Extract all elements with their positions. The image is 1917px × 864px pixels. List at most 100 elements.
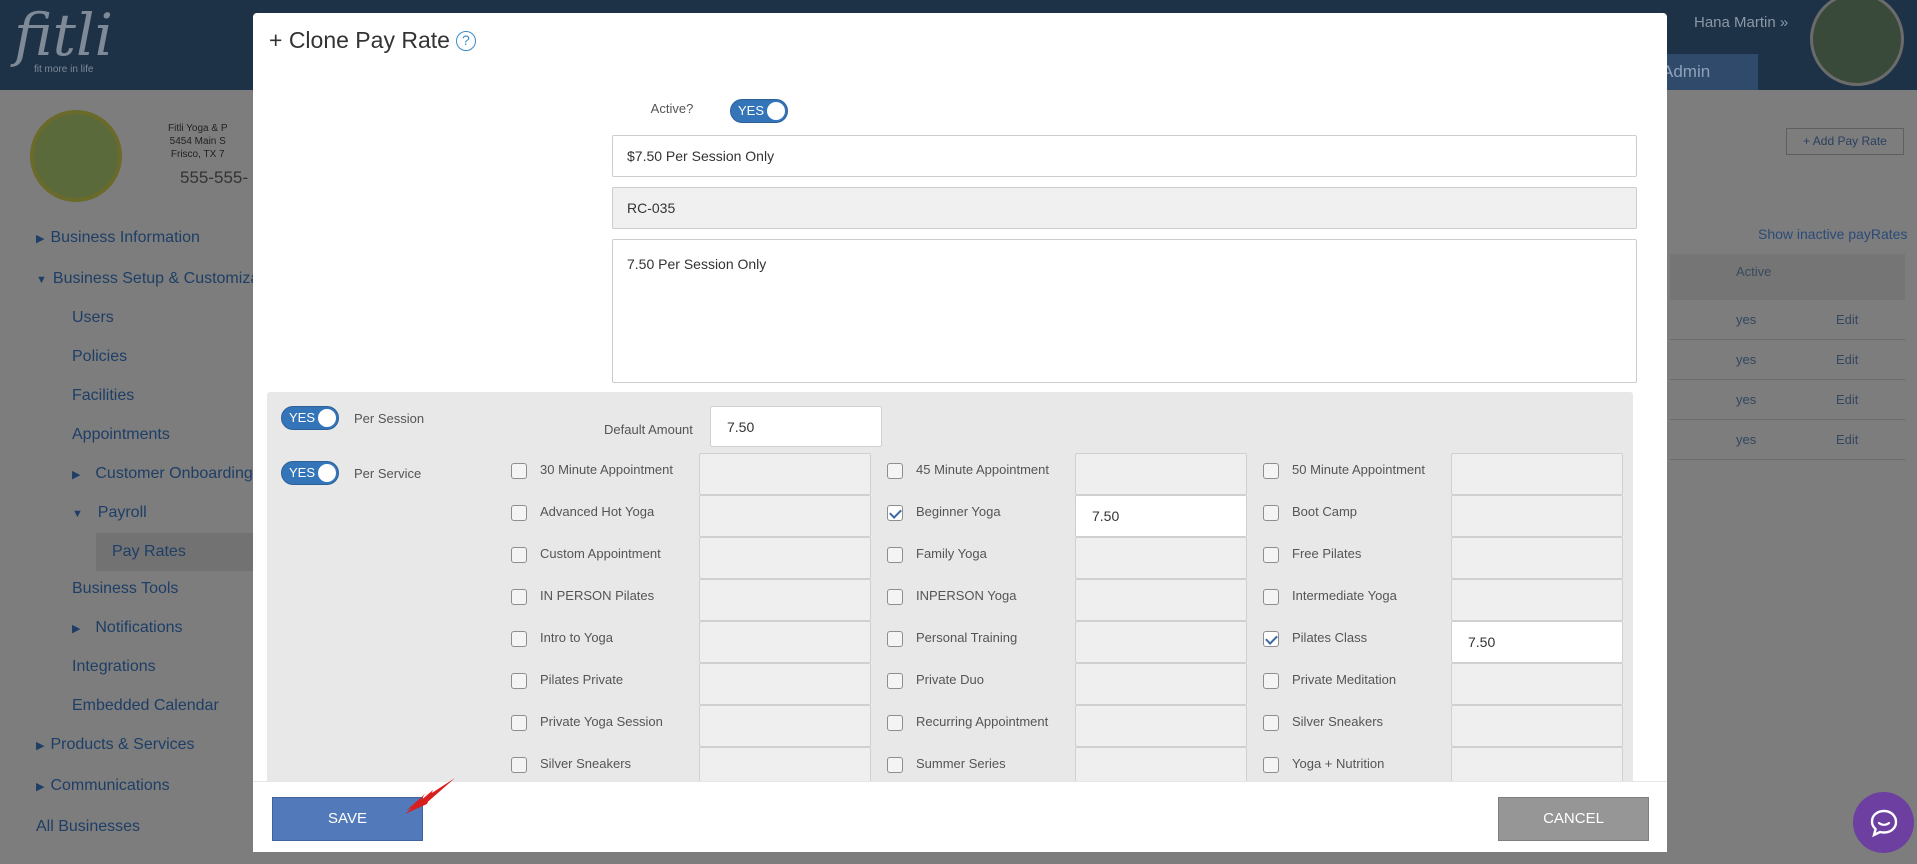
service-checkbox[interactable] bbox=[1263, 547, 1279, 563]
user-menu[interactable]: Hana Martin » bbox=[1694, 14, 1788, 31]
service-checkbox[interactable] bbox=[511, 547, 527, 563]
service-label: Boot Camp bbox=[1292, 504, 1358, 519]
cancel-button[interactable]: CANCEL bbox=[1498, 797, 1649, 841]
sidebar-item-customer-onboarding[interactable]: ▶ Customer Onboarding bbox=[72, 465, 253, 483]
service-checkbox[interactable] bbox=[1263, 505, 1279, 521]
service-amount-field[interactable] bbox=[699, 537, 871, 579]
service-label: Private Duo bbox=[916, 672, 984, 687]
service-amount-field[interactable] bbox=[1451, 453, 1623, 495]
show-inactive-link[interactable]: Show inactive payRates bbox=[1758, 226, 1907, 242]
service-amount-field[interactable] bbox=[1451, 537, 1623, 579]
service-checkbox[interactable] bbox=[1263, 631, 1279, 647]
service-checkbox[interactable] bbox=[511, 589, 527, 605]
service-amount-field[interactable] bbox=[1075, 621, 1247, 663]
service-checkbox[interactable] bbox=[887, 547, 903, 563]
service-label: Yoga + Nutrition bbox=[1292, 756, 1385, 771]
business-phone: 555-555- bbox=[180, 168, 249, 187]
sidebar-item-payroll[interactable]: ▼ Payroll bbox=[72, 504, 147, 522]
name-field[interactable]: $7.50 Per Session Only bbox=[612, 135, 1637, 177]
service-amount-field[interactable]: 7.50 bbox=[1075, 495, 1247, 537]
service-label: Intermediate Yoga bbox=[1292, 588, 1397, 603]
sidebar-item-facilities[interactable]: Facilities bbox=[72, 387, 134, 405]
service-checkbox[interactable] bbox=[511, 631, 527, 647]
per-session-toggle[interactable]: YES bbox=[281, 406, 339, 430]
service-amount-field[interactable] bbox=[1075, 705, 1247, 747]
service-checkbox[interactable] bbox=[1263, 463, 1279, 479]
service-checkbox[interactable] bbox=[887, 715, 903, 731]
edit-link[interactable]: Edit bbox=[1836, 432, 1858, 447]
business-address: Fitli Yoga & P 5454 Main S Frisco, TX 7 bbox=[168, 123, 228, 160]
service-label: Pilates Private bbox=[540, 672, 624, 687]
service-amount-field[interactable] bbox=[1451, 663, 1623, 705]
service-amount-field[interactable] bbox=[699, 663, 871, 705]
sidebar-item-all-businesses[interactable]: All Businesses bbox=[36, 818, 140, 836]
sidebar-item-appointments[interactable]: Appointments bbox=[72, 426, 170, 444]
sidebar-item-users[interactable]: Users bbox=[72, 309, 114, 327]
service-amount-field[interactable] bbox=[1075, 537, 1247, 579]
service-checkbox[interactable] bbox=[887, 673, 903, 689]
service-label: Personal Training bbox=[916, 630, 1018, 645]
service-checkbox[interactable] bbox=[1263, 589, 1279, 605]
edit-link[interactable]: Edit bbox=[1836, 312, 1858, 327]
sidebar-item-business-tools[interactable]: Business Tools bbox=[72, 580, 178, 598]
sidebar-item-policies[interactable]: Policies bbox=[72, 348, 127, 366]
service-label: 45 Minute Appointment bbox=[916, 462, 1049, 477]
sidebar-item-integrations[interactable]: Integrations bbox=[72, 658, 156, 676]
service-checkbox[interactable] bbox=[1263, 715, 1279, 731]
service-amount-field[interactable] bbox=[699, 453, 871, 495]
service-checkbox[interactable] bbox=[887, 463, 903, 479]
service-checkbox[interactable] bbox=[1263, 673, 1279, 689]
service-amount-field[interactable] bbox=[1451, 579, 1623, 621]
service-label: Silver Sneakers bbox=[1292, 714, 1384, 729]
service-amount-field[interactable] bbox=[699, 495, 871, 537]
edit-link[interactable]: Edit bbox=[1836, 352, 1858, 367]
edit-link[interactable]: Edit bbox=[1836, 392, 1858, 407]
sidebar-item-business-setup[interactable]: ▼ Business Setup & Customiza bbox=[36, 270, 259, 288]
service-checkbox[interactable] bbox=[1263, 757, 1279, 773]
service-label: Recurring Appointment bbox=[916, 714, 1049, 729]
service-amount-field[interactable] bbox=[1451, 495, 1623, 537]
sidebar-item-business-information[interactable]: ▶ Business Information bbox=[36, 229, 200, 247]
caret-right-icon: ▶ bbox=[36, 781, 45, 793]
arrow-pointer-icon bbox=[405, 778, 455, 814]
per-service-toggle[interactable]: YES bbox=[281, 461, 339, 485]
service-label: Free Pilates bbox=[1292, 546, 1362, 561]
service-checkbox[interactable] bbox=[887, 757, 903, 773]
modal-footer: SAVE CANCEL bbox=[253, 781, 1667, 852]
description-textarea[interactable]: 7.50 Per Session Only bbox=[612, 239, 1637, 383]
service-checkbox[interactable] bbox=[887, 589, 903, 605]
service-amount-field[interactable] bbox=[699, 705, 871, 747]
sidebar-item-embedded-calendar[interactable]: Embedded Calendar bbox=[72, 697, 219, 715]
service-label: 30 Minute Appointment bbox=[540, 462, 673, 477]
service-amount-field[interactable] bbox=[699, 621, 871, 663]
service-amount-field[interactable] bbox=[1075, 579, 1247, 621]
service-checkbox[interactable] bbox=[887, 505, 903, 521]
service-amount-field[interactable] bbox=[1451, 705, 1623, 747]
sidebar-item-communications[interactable]: ▶ Communications bbox=[36, 777, 170, 795]
active-toggle[interactable]: YES bbox=[730, 99, 788, 123]
service-amount-field[interactable] bbox=[1075, 663, 1247, 705]
add-pay-rate-button[interactable]: + Add Pay Rate bbox=[1786, 128, 1904, 155]
service-amount-field[interactable]: 7.50 bbox=[1451, 621, 1623, 663]
modal-body[interactable]: Active? YES * Name $7.50 Per Session Onl… bbox=[267, 43, 1659, 795]
service-label: Summer Series bbox=[916, 756, 1006, 771]
service-checkbox[interactable] bbox=[511, 673, 527, 689]
avatar[interactable] bbox=[1810, 0, 1904, 86]
service-amount-field[interactable] bbox=[1075, 453, 1247, 495]
service-checkbox[interactable] bbox=[511, 463, 527, 479]
service-amount-field[interactable] bbox=[699, 579, 871, 621]
service-label: Private Meditation bbox=[1292, 672, 1397, 687]
chat-button[interactable] bbox=[1853, 792, 1914, 853]
service-checkbox[interactable] bbox=[511, 757, 527, 773]
logo-tagline: fit more in life bbox=[34, 64, 94, 75]
service-checkbox[interactable] bbox=[511, 505, 527, 521]
service-label: Intro to Yoga bbox=[540, 630, 614, 645]
service-checkbox[interactable] bbox=[511, 715, 527, 731]
service-checkbox[interactable] bbox=[887, 631, 903, 647]
table-row: yes Edit bbox=[1670, 420, 1905, 460]
default-amount-field[interactable]: 7.50 bbox=[710, 406, 882, 447]
sidebar-item-notifications[interactable]: ▶ Notifications bbox=[72, 619, 183, 637]
save-button[interactable]: SAVE bbox=[272, 797, 423, 841]
sidebar-item-products-services[interactable]: ▶ Products & Services bbox=[36, 736, 195, 754]
service-label: Pilates Class bbox=[1292, 630, 1368, 645]
